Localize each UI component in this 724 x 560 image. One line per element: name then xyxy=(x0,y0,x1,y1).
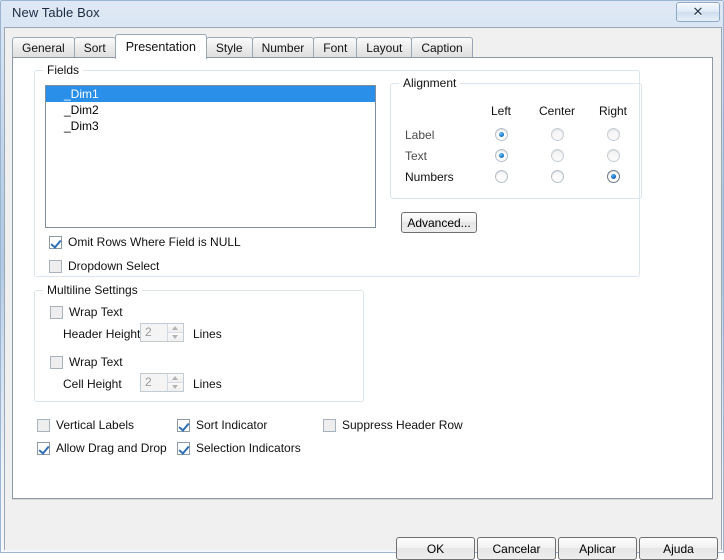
checkbox-icon xyxy=(37,441,50,455)
checkbox-icon xyxy=(50,305,63,319)
tab-style[interactable]: Style xyxy=(205,37,253,58)
allow-drag-and-drop-label: Allow Drag and Drop xyxy=(56,441,167,455)
radio-label-right[interactable] xyxy=(607,128,620,141)
stepper-down-icon[interactable] xyxy=(168,383,183,391)
cell-height-label: Cell Height xyxy=(63,377,122,391)
checkbox-icon xyxy=(49,235,62,249)
radio-label-center[interactable] xyxy=(551,128,564,141)
multiline-group-title: Multiline Settings xyxy=(43,283,142,297)
fields-group-title: Fields xyxy=(43,63,84,77)
window-title: New Table Box xyxy=(12,5,100,20)
header-wrap-text-label: Wrap Text xyxy=(69,305,123,319)
help-button[interactable]: Ajuda xyxy=(639,537,718,560)
tab-presentation[interactable]: Presentation xyxy=(114,34,207,59)
advanced-button[interactable]: Advanced... xyxy=(401,212,477,233)
radio-text-center[interactable] xyxy=(551,149,564,162)
cell-height-stepper[interactable]: 2 xyxy=(140,373,184,392)
header-height-value: 2 xyxy=(145,325,152,339)
allow-drag-and-drop-checkbox[interactable]: Allow Drag and Drop xyxy=(37,441,167,455)
header-height-stepper[interactable]: 2 xyxy=(140,323,184,342)
selection-indicators-checkbox[interactable]: Selection Indicators xyxy=(177,441,301,455)
fields-group: Fields _Dim1 _Dim2 _Dim3 Omit Rows Where… xyxy=(34,63,642,277)
radio-text-left[interactable] xyxy=(495,149,508,162)
tab-layout[interactable]: Layout xyxy=(356,37,413,58)
dialog-window: New Table Box ✕ General Sort Presentatio… xyxy=(0,0,724,560)
alignment-group-title: Alignment xyxy=(399,76,461,90)
multiline-settings-group: Multiline Settings Wrap Text Header Heig… xyxy=(34,283,364,402)
stepper-buttons[interactable] xyxy=(167,324,183,341)
cell-wrap-text-label: Wrap Text xyxy=(69,355,123,369)
tab-number[interactable]: Number xyxy=(251,37,315,58)
checkbox-icon xyxy=(177,441,190,455)
dropdown-select-checkbox[interactable]: Dropdown Select xyxy=(49,259,159,273)
list-item[interactable]: _Dim1 xyxy=(46,86,375,102)
stepper-buttons[interactable] xyxy=(167,374,183,391)
suppress-header-row-label: Suppress Header Row xyxy=(342,418,463,432)
checkbox-icon xyxy=(177,418,190,432)
presentation-tab-panel: Fields _Dim1 _Dim2 _Dim3 Omit Rows Where… xyxy=(12,57,713,499)
radio-text-right[interactable] xyxy=(607,149,620,162)
cell-height-value: 2 xyxy=(145,375,152,389)
omit-rows-null-label: Omit Rows Where Field is NULL xyxy=(68,235,241,249)
close-button[interactable]: ✕ xyxy=(676,2,720,22)
selection-indicators-label: Selection Indicators xyxy=(196,441,301,455)
sort-indicator-label: Sort Indicator xyxy=(196,418,268,432)
apply-button[interactable]: Aplicar xyxy=(558,537,637,560)
tab-strip: General Sort Presentation Style Number F… xyxy=(12,34,473,59)
fields-listbox[interactable]: _Dim1 _Dim2 _Dim3 xyxy=(45,85,376,228)
title-bar: New Table Box ✕ xyxy=(1,1,724,27)
dropdown-select-label: Dropdown Select xyxy=(68,259,160,273)
checkbox-icon xyxy=(37,418,50,432)
radio-label-left[interactable] xyxy=(495,128,508,141)
alignment-col-right: Right xyxy=(598,104,627,118)
list-item[interactable]: _Dim2 xyxy=(46,102,375,118)
checkbox-icon xyxy=(323,418,336,432)
radio-numbers-right[interactable] xyxy=(607,170,620,183)
omit-rows-null-checkbox[interactable]: Omit Rows Where Field is NULL xyxy=(49,235,241,249)
checkbox-icon xyxy=(50,355,63,369)
sort-indicator-checkbox[interactable]: Sort Indicator xyxy=(177,418,267,432)
tab-caption[interactable]: Caption xyxy=(411,37,473,58)
list-item[interactable]: _Dim3 xyxy=(46,118,375,134)
tab-font[interactable]: Font xyxy=(313,37,358,58)
suppress-header-row-checkbox[interactable]: Suppress Header Row xyxy=(323,418,463,432)
alignment-row-label-numbers: Numbers xyxy=(405,170,454,184)
close-icon: ✕ xyxy=(692,4,704,20)
alignment-col-center: Center xyxy=(538,104,576,118)
stepper-down-icon[interactable] xyxy=(168,333,183,341)
footer-divider xyxy=(12,499,713,500)
ok-button[interactable]: OK xyxy=(396,537,475,560)
radio-numbers-left[interactable] xyxy=(495,170,508,183)
dialog-body: General Sort Presentation Style Number F… xyxy=(4,27,722,560)
alignment-col-left: Left xyxy=(490,104,511,118)
radio-numbers-center[interactable] xyxy=(551,170,564,183)
checkbox-icon xyxy=(49,259,62,273)
vertical-labels-label: Vertical Labels xyxy=(56,418,135,432)
stepper-up-icon[interactable] xyxy=(168,324,183,333)
tab-sort[interactable]: Sort xyxy=(73,37,116,58)
stepper-up-icon[interactable] xyxy=(168,374,183,383)
header-wrap-text-checkbox[interactable]: Wrap Text xyxy=(50,305,123,319)
alignment-row-label-text: Text xyxy=(405,149,428,163)
alignment-group: Alignment Left Center Right Label Text N… xyxy=(390,76,642,199)
alignment-row-label-label: Label xyxy=(405,128,435,142)
header-height-label: Header Height xyxy=(63,327,141,341)
tab-general[interactable]: General xyxy=(12,37,75,58)
vertical-labels-checkbox[interactable]: Vertical Labels xyxy=(37,418,134,432)
cell-wrap-text-checkbox[interactable]: Wrap Text xyxy=(50,355,123,369)
header-height-unit: Lines xyxy=(193,327,222,341)
cell-height-unit: Lines xyxy=(193,377,222,391)
cancel-button[interactable]: Cancelar xyxy=(477,537,556,560)
